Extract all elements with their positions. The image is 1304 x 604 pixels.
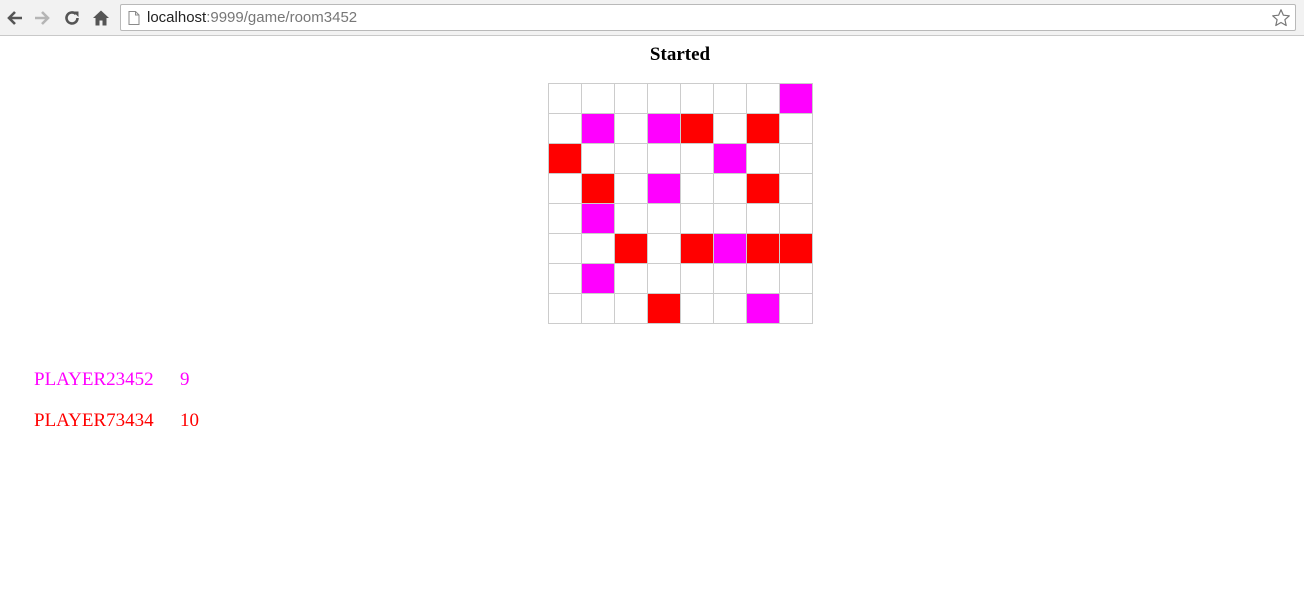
board-cell-empty[interactable] xyxy=(680,263,714,294)
board-cell-empty[interactable] xyxy=(746,143,780,174)
game-status: Started xyxy=(649,44,711,65)
board-grid xyxy=(548,83,813,324)
board-row xyxy=(548,113,813,144)
board-cell-magenta[interactable] xyxy=(581,113,615,144)
board-cell-empty[interactable] xyxy=(548,203,582,234)
board-cell-empty[interactable] xyxy=(746,83,780,114)
url-host: localhost xyxy=(147,9,207,26)
board-cell-empty[interactable] xyxy=(614,173,648,204)
board-cell-magenta[interactable] xyxy=(746,293,780,324)
board-cell-empty[interactable] xyxy=(713,293,747,324)
board-cell-empty[interactable] xyxy=(647,83,681,114)
board-cell-magenta[interactable] xyxy=(647,113,681,144)
player-name: PLAYER73434 xyxy=(34,410,154,431)
board-cell-empty[interactable] xyxy=(614,113,648,144)
board-cell-empty[interactable] xyxy=(713,203,747,234)
player-name: PLAYER23452 xyxy=(34,369,154,390)
board-cell-empty[interactable] xyxy=(548,113,582,144)
board-cell-red[interactable] xyxy=(680,113,714,144)
board-cell-empty[interactable] xyxy=(581,293,615,324)
home-icon[interactable] xyxy=(89,6,113,30)
board-cell-empty[interactable] xyxy=(647,233,681,264)
board-cell-empty[interactable] xyxy=(680,143,714,174)
board-cell-empty[interactable] xyxy=(746,203,780,234)
board-cell-red[interactable] xyxy=(746,113,780,144)
board-row xyxy=(548,173,813,204)
board-cell-red[interactable] xyxy=(779,233,813,264)
board-cell-empty[interactable] xyxy=(614,83,648,114)
player-score: 10 xyxy=(180,410,199,431)
board-cell-empty[interactable] xyxy=(779,293,813,324)
board-cell-empty[interactable] xyxy=(614,143,648,174)
board-cell-magenta[interactable] xyxy=(779,83,813,114)
board-cell-magenta[interactable] xyxy=(581,203,615,234)
board-cell-empty[interactable] xyxy=(548,293,582,324)
board-cell-empty[interactable] xyxy=(614,293,648,324)
board-row xyxy=(548,203,813,234)
board-cell-red[interactable] xyxy=(647,293,681,324)
board-cell-red[interactable] xyxy=(548,143,582,174)
board-cell-red[interactable] xyxy=(680,233,714,264)
board-cell-empty[interactable] xyxy=(680,173,714,204)
board-cell-empty[interactable] xyxy=(647,263,681,294)
board-cell-empty[interactable] xyxy=(779,143,813,174)
address-bar[interactable]: localhost:9999/game/room3452 xyxy=(120,4,1296,31)
board-cell-magenta[interactable] xyxy=(713,233,747,264)
reload-icon[interactable] xyxy=(60,6,84,30)
url-path: :9999/game/room3452 xyxy=(206,9,358,26)
board-cell-empty[interactable] xyxy=(680,293,714,324)
board-cell-empty[interactable] xyxy=(680,83,714,114)
player-list: PLAYER23452 9 PLAYER73434 10 xyxy=(34,369,199,451)
page-icon xyxy=(128,11,140,30)
board-cell-empty[interactable] xyxy=(779,263,813,294)
board-cell-empty[interactable] xyxy=(647,143,681,174)
board-cell-empty[interactable] xyxy=(614,263,648,294)
browser-toolbar: localhost:9999/game/room3452 xyxy=(0,0,1304,36)
board-cell-empty[interactable] xyxy=(647,203,681,234)
board-cell-empty[interactable] xyxy=(581,143,615,174)
board-cell-empty[interactable] xyxy=(680,203,714,234)
board-cell-empty[interactable] xyxy=(548,233,582,264)
board-cell-empty[interactable] xyxy=(779,173,813,204)
board-cell-red[interactable] xyxy=(614,233,648,264)
board-cell-empty[interactable] xyxy=(581,233,615,264)
board-cell-empty[interactable] xyxy=(581,83,615,114)
bookmark-star-icon[interactable] xyxy=(1271,8,1291,33)
board-cell-empty[interactable] xyxy=(746,263,780,294)
board-cell-empty[interactable] xyxy=(779,203,813,234)
board-row xyxy=(548,83,813,114)
board-cell-red[interactable] xyxy=(581,173,615,204)
board-row xyxy=(548,143,813,174)
player-score: 9 xyxy=(180,369,190,390)
url-text: localhost:9999/game/room3452 xyxy=(147,9,357,26)
board-cell-empty[interactable] xyxy=(548,263,582,294)
board-cell-empty[interactable] xyxy=(713,263,747,294)
player-row: PLAYER73434 10 xyxy=(34,410,199,432)
board-cell-empty[interactable] xyxy=(713,83,747,114)
board-row xyxy=(548,263,813,294)
player-row: PLAYER23452 9 xyxy=(34,369,199,391)
forward-arrow-icon[interactable] xyxy=(30,6,54,30)
board-cell-empty[interactable] xyxy=(614,203,648,234)
back-arrow-icon[interactable] xyxy=(3,6,27,30)
board-cell-magenta[interactable] xyxy=(713,143,747,174)
board-cell-empty[interactable] xyxy=(548,83,582,114)
board-row xyxy=(548,293,813,324)
board-cell-empty[interactable] xyxy=(779,113,813,144)
board-cell-empty[interactable] xyxy=(713,113,747,144)
board-cell-red[interactable] xyxy=(746,173,780,204)
board-cell-empty[interactable] xyxy=(548,173,582,204)
board-cell-magenta[interactable] xyxy=(647,173,681,204)
board-cell-red[interactable] xyxy=(746,233,780,264)
game-board xyxy=(548,83,813,324)
board-row xyxy=(548,233,813,264)
board-cell-empty[interactable] xyxy=(713,173,747,204)
board-cell-magenta[interactable] xyxy=(581,263,615,294)
